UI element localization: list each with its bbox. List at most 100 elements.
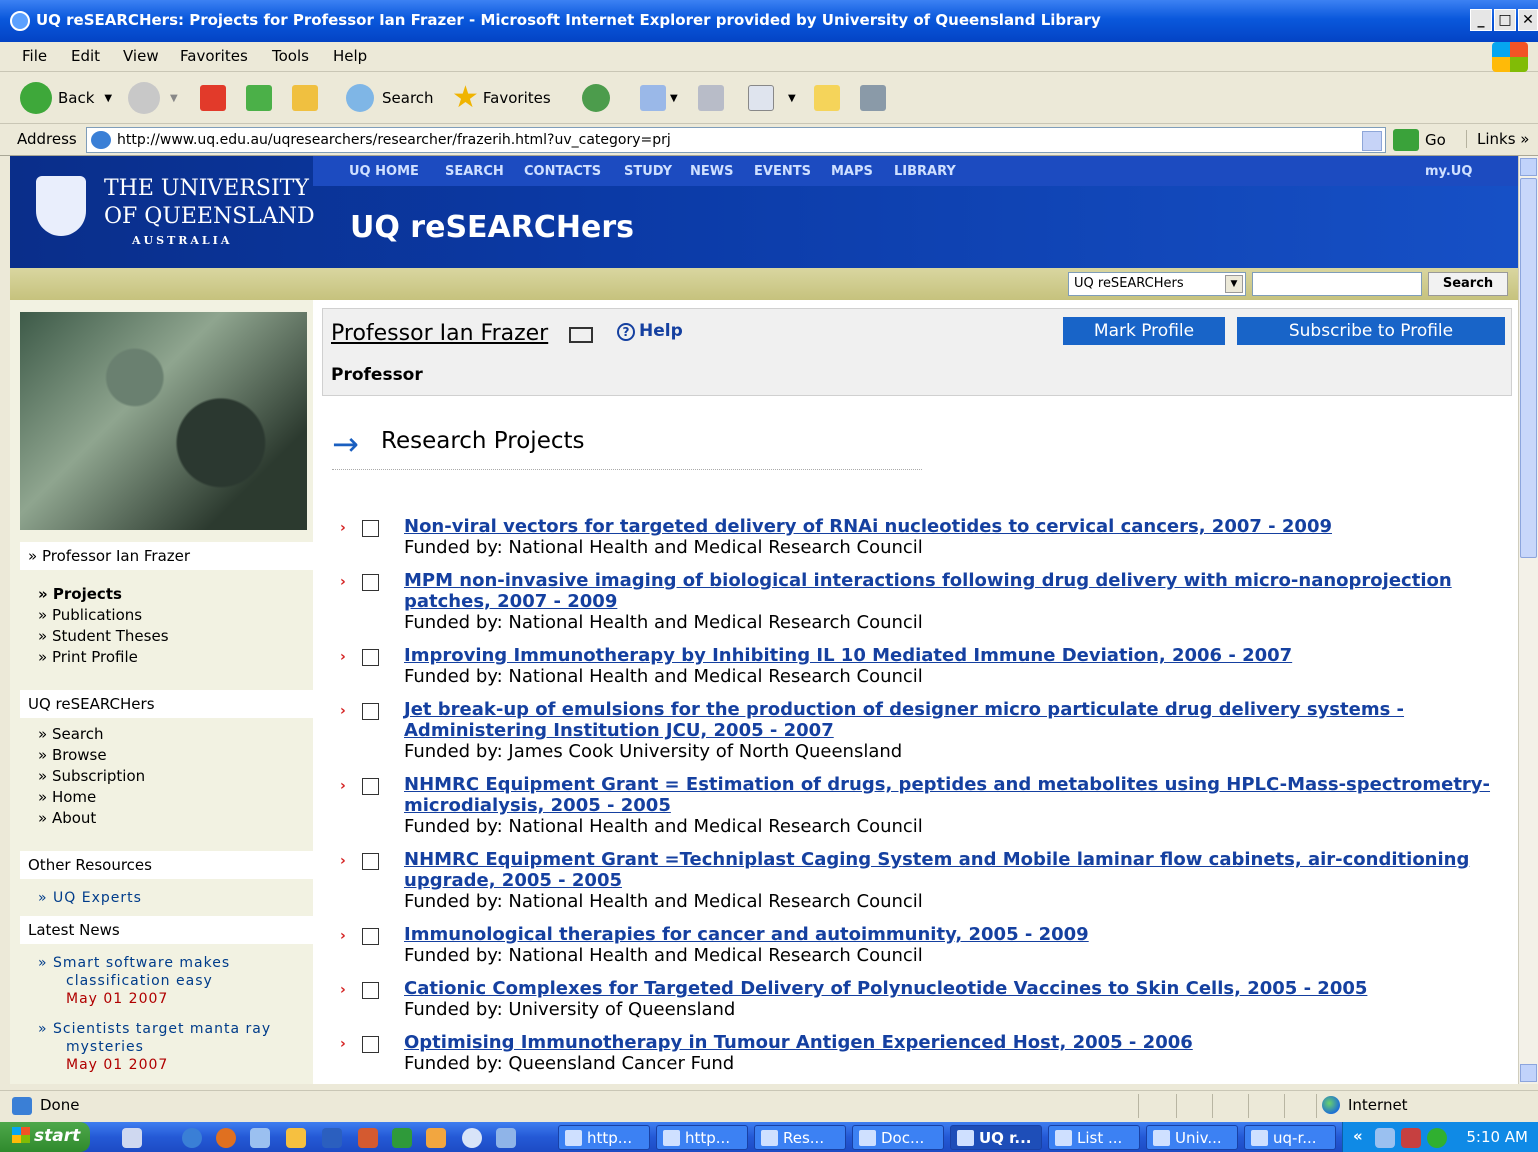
scroll-up-button[interactable] — [1520, 158, 1537, 176]
links-toolbar[interactable]: Links » — [1466, 130, 1529, 148]
project-checkbox[interactable] — [362, 982, 379, 999]
menu-file[interactable]: File — [22, 47, 47, 65]
task-button[interactable]: List ... — [1048, 1125, 1140, 1150]
nav-study[interactable]: STUDY — [624, 164, 672, 179]
print-button[interactable] — [698, 80, 724, 116]
quicklaunch-app-icon[interactable] — [250, 1128, 270, 1148]
go-button[interactable]: Go — [1393, 129, 1446, 151]
news-item-2-title[interactable]: » Scientists target manta ray — [38, 1021, 271, 1037]
task-button[interactable]: Univ... — [1146, 1125, 1238, 1150]
profile-name[interactable]: Professor Ian Frazer — [331, 321, 548, 346]
site-search-input[interactable] — [1252, 272, 1422, 296]
network-icon[interactable] — [1375, 1128, 1395, 1148]
nav-uq-home[interactable]: UQ HOME — [349, 164, 419, 179]
address-url[interactable]: http://www.uq.edu.au/uqresearchers/resea… — [117, 132, 671, 148]
edit-word-button[interactable]: ▼ — [748, 80, 796, 116]
project-checkbox[interactable] — [362, 778, 379, 795]
sidebar-item-home[interactable]: » Home — [38, 788, 96, 806]
project-title-link[interactable]: Non-viral vectors for targeted delivery … — [404, 516, 1518, 537]
history-button[interactable] — [582, 80, 610, 116]
task-button-active[interactable]: UQ r... — [950, 1125, 1042, 1150]
menu-edit[interactable]: Edit — [71, 47, 100, 65]
quicklaunch-desktop-icon[interactable] — [122, 1128, 142, 1148]
search-scope-select[interactable]: UQ reSEARCHers ▼ — [1068, 272, 1246, 296]
sidebar-person-heading[interactable]: » Professor Ian Frazer — [20, 542, 313, 570]
back-button[interactable]: Back ▼ — [20, 80, 112, 116]
tray-expand-button[interactable]: « — [1353, 1127, 1363, 1145]
tray-clock[interactable]: 5:10 AM — [1466, 1128, 1528, 1146]
vertical-scrollbar[interactable] — [1518, 156, 1538, 1084]
news-item-1-title[interactable]: » Smart software makes — [38, 955, 230, 971]
project-checkbox[interactable] — [362, 928, 379, 945]
nav-my-uq[interactable]: my.UQ — [1425, 164, 1472, 179]
subscribe-profile-button[interactable]: Subscribe to Profile — [1237, 317, 1505, 345]
task-button[interactable]: http... — [656, 1125, 748, 1150]
minimize-button[interactable]: _ — [1470, 9, 1492, 31]
sidebar-item-uq-experts[interactable]: » UQ Experts — [38, 890, 142, 906]
sidebar-item-publications[interactable]: » Publications — [38, 606, 142, 624]
project-checkbox[interactable] — [362, 853, 379, 870]
project-title-link[interactable]: Optimising Immunotherapy in Tumour Antig… — [404, 1032, 1518, 1053]
nav-news[interactable]: NEWS — [690, 164, 733, 179]
menu-view[interactable]: View — [123, 47, 159, 65]
sidebar-item-subscription[interactable]: » Subscription — [38, 767, 145, 785]
scroll-down-button[interactable] — [1520, 1064, 1537, 1082]
nav-contacts[interactable]: CONTACTS — [524, 164, 601, 179]
search-button[interactable]: Search — [346, 80, 434, 116]
task-button[interactable]: uq-r... — [1244, 1125, 1336, 1150]
project-checkbox[interactable] — [362, 703, 379, 720]
quicklaunch-word-icon[interactable] — [322, 1128, 342, 1148]
window-title-bar[interactable]: UQ reSEARCHers: Projects for Professor I… — [0, 0, 1538, 42]
menu-favorites[interactable]: Favorites — [180, 47, 248, 65]
project-checbox[interactable] — [362, 574, 379, 591]
quicklaunch-clock-icon[interactable] — [286, 1128, 306, 1148]
quicklaunch-calendar-icon[interactable] — [426, 1128, 446, 1148]
discuss-button[interactable] — [814, 80, 840, 116]
sidebar-item-search[interactable]: » Search — [38, 725, 103, 743]
start-button[interactable]: start — [0, 1122, 90, 1152]
security-shield-icon[interactable] — [1427, 1128, 1447, 1148]
nav-search[interactable]: SEARCH — [445, 164, 504, 179]
quicklaunch-firefox-icon[interactable] — [216, 1128, 236, 1148]
email-icon[interactable] — [569, 327, 593, 343]
research-button[interactable] — [860, 80, 886, 116]
task-button[interactable]: Res... — [754, 1125, 846, 1150]
quicklaunch-excel-icon[interactable] — [392, 1128, 412, 1148]
uq-crest-logo[interactable] — [36, 176, 86, 236]
project-title-link[interactable]: MPM non-invasive imaging of biological i… — [404, 570, 1518, 612]
project-checkbox[interactable] — [362, 520, 379, 537]
address-dropdown-button[interactable] — [1362, 131, 1382, 151]
project-title-link[interactable]: Improving Immunotherapy by Inhibiting IL… — [404, 645, 1518, 666]
project-title-link[interactable]: NHMRC Equipment Grant = Estimation of dr… — [404, 774, 1518, 816]
scroll-thumb[interactable] — [1520, 178, 1537, 558]
address-field[interactable]: http://www.uq.edu.au/uqresearchers/resea… — [86, 127, 1386, 153]
site-search-button[interactable]: Search — [1428, 272, 1508, 296]
project-checkbox[interactable] — [362, 1036, 379, 1053]
quicklaunch-media-icon[interactable] — [462, 1128, 482, 1148]
chevron-down-icon[interactable]: ▼ — [1225, 275, 1243, 293]
mail-button[interactable]: ▼ — [640, 80, 678, 116]
task-button[interactable]: Doc... — [852, 1125, 944, 1150]
chevron-down-icon[interactable]: ▼ — [170, 93, 178, 104]
nav-events[interactable]: EVENTS — [754, 164, 811, 179]
menu-tools[interactable]: Tools — [272, 47, 309, 65]
home-button[interactable] — [292, 80, 318, 116]
close-button[interactable]: ✕ — [1518, 9, 1538, 31]
sidebar-item-about[interactable]: » About — [38, 809, 96, 827]
sidebar-item-browse[interactable]: » Browse — [38, 746, 107, 764]
nav-maps[interactable]: MAPS — [831, 164, 873, 179]
sidebar-item-student-theses[interactable]: » Student Theses — [38, 627, 169, 645]
task-button[interactable]: http... — [558, 1125, 650, 1150]
project-title-link[interactable]: Immunological therapies for cancer and a… — [404, 924, 1518, 945]
quicklaunch-powerpoint-icon[interactable] — [358, 1128, 378, 1148]
chevron-down-icon[interactable]: ▼ — [104, 93, 112, 104]
news-item-1-title-cont[interactable]: classification easy — [66, 973, 213, 989]
nav-library[interactable]: LIBRARY — [894, 164, 956, 179]
news-item-2-title-cont[interactable]: mysteries — [66, 1039, 144, 1055]
project-title-link[interactable]: Jet break-up of emulsions for the produc… — [404, 699, 1518, 741]
favorites-button[interactable]: ★ Favorites — [452, 80, 551, 116]
network-disconnected-icon[interactable] — [1401, 1128, 1421, 1148]
mark-profile-button[interactable]: Mark Profile — [1063, 317, 1225, 345]
refresh-button[interactable] — [246, 80, 272, 116]
project-title-link[interactable]: Cationic Complexes for Targeted Delivery… — [404, 978, 1518, 999]
